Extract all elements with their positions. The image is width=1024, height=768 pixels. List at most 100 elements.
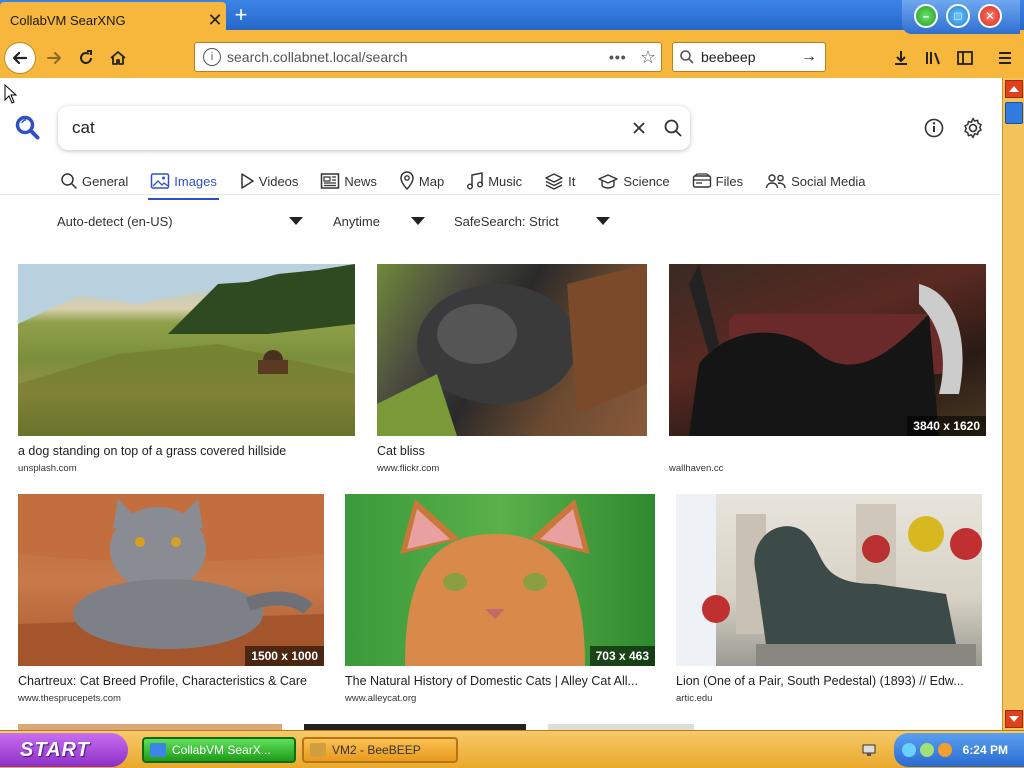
vertical-scrollbar[interactable] [1002,78,1024,730]
search-box[interactable]: cat [58,106,690,150]
settings-gear-icon[interactable] [960,115,986,141]
maximize-window-icon[interactable]: □ [946,4,970,28]
taskbar-item-label: VM2 - BeeBEEP [332,743,421,757]
image-dimensions-badge: 3840 x 1620 [907,416,986,436]
hamburger-menu-icon[interactable] [990,42,1020,74]
navigation-toolbar: i search.collabnet.local/search ••• ☆ be… [0,38,1024,78]
home-icon[interactable] [102,42,134,74]
result-title[interactable]: Cat bliss [377,444,647,458]
image-result[interactable]: 1500 x 1000 Chartreux: Cat Breed Profile… [18,494,324,706]
result-thumbnail[interactable] [377,264,647,436]
image-result[interactable]: 703 x 463 The Natural History of Domesti… [345,494,655,706]
download-icon[interactable] [886,42,916,74]
image-result[interactable]: Cat bliss www.flickr.com [377,264,647,474]
sidebar-icon[interactable] [950,42,980,74]
browser-search-bar[interactable]: beebeep → [672,42,826,72]
tab-images[interactable]: Images [146,166,221,200]
tab-science-label: Science [623,173,670,189]
image-result[interactable]: 3840 x 1620 wallhaven.cc [669,264,986,474]
result-thumbnail[interactable] [676,494,982,666]
chevron-down-icon [289,217,303,225]
browser-tab[interactable]: CollabVM SearXNG ✕ [0,2,226,38]
beebeep-window-icon [310,743,326,757]
tab-images-label: Images [174,173,217,189]
result-thumbnail[interactable]: 703 x 463 [345,494,655,666]
gray-cat-photo-icon [18,494,324,666]
language-select[interactable]: Auto-detect (en-US) [57,210,303,232]
result-title[interactable]: a dog standing on top of a grass covered… [18,444,355,458]
tab-title: CollabVM SearXNG [10,12,126,28]
tab-news-label: News [344,173,377,189]
image-icon [151,173,170,189]
tab-it[interactable]: It [540,166,579,196]
tab-music[interactable]: Music [462,166,526,196]
tray-icon[interactable] [902,743,916,757]
layers-icon [545,173,563,190]
browser-window-icon [150,743,166,757]
library-icon[interactable] [918,42,948,74]
url-bar[interactable]: i search.collabnet.local/search ••• ☆ [194,42,662,72]
page-content: cat General Images Videos News Map Music… [0,78,1002,730]
tab-social-media-label: Social Media [791,173,866,189]
tab-news[interactable]: News [316,166,381,196]
taskbar-item-browser[interactable]: CollabVM SearX... [142,737,296,763]
drive-icon [692,173,711,188]
forward-icon[interactable] [38,42,70,74]
close-window-icon[interactable]: ✕ [978,4,1002,28]
network-tray-icon[interactable] [858,739,880,761]
info-icon[interactable] [922,116,946,140]
scrollbar-thumb[interactable] [1005,102,1023,124]
tab-files[interactable]: Files [688,166,747,196]
searxng-logo-icon[interactable] [14,114,42,145]
play-icon [241,173,254,189]
bookmark-star-icon[interactable]: ☆ [635,47,661,68]
search-icon [61,173,78,190]
image-result[interactable]: Lion (One of a Pair, South Pedestal) (18… [676,494,982,706]
result-source: wallhaven.cc [669,463,724,474]
mouse-cursor-icon [4,83,18,107]
window-controls: – □ ✕ [902,0,1020,34]
tab-videos[interactable]: Videos [235,166,303,196]
result-title[interactable]: Chartreux: Cat Breed Profile, Characteri… [18,674,324,688]
result-thumbnail[interactable]: 1500 x 1000 [18,494,324,666]
taskbar-item-label: CollabVM SearX... [172,743,271,757]
safesearch-select[interactable]: SafeSearch: Strict [454,210,610,232]
tab-science[interactable]: Science [593,166,673,196]
safesearch-select-value: SafeSearch: Strict [454,213,559,229]
taskbar-item-beebeep[interactable]: VM2 - BeeBEEP [302,737,458,763]
reload-icon[interactable] [70,42,102,74]
result-thumbnail[interactable]: 3840 x 1620 [669,264,986,436]
tab-close-icon[interactable]: ✕ [204,10,226,31]
page-actions-icon[interactable]: ••• [609,49,635,65]
tab-social-media[interactable]: Social Media [761,166,869,196]
language-select-value: Auto-detect (en-US) [57,213,173,229]
tab-general[interactable]: General [56,166,132,196]
time-range-select-value: Anytime [333,213,380,229]
tray-icon[interactable] [920,743,934,757]
tab-strip: CollabVM SearXNG ✕ + – □ ✕ [0,0,1024,38]
search-submit-icon[interactable] [656,111,690,145]
time-range-select[interactable]: Anytime [333,210,425,232]
result-title[interactable]: Lion (One of a Pair, South Pedestal) (18… [676,674,982,688]
back-icon[interactable] [4,42,36,74]
image-dimensions-badge: 703 x 463 [589,646,655,666]
clear-search-icon[interactable] [622,111,656,145]
people-icon [765,174,786,189]
search-go-icon[interactable]: → [801,48,825,66]
result-title[interactable]: The Natural History of Domestic Cats | A… [345,674,655,688]
result-thumbnail[interactable] [18,264,355,436]
tab-map[interactable]: Map [395,166,448,196]
browser-search-query: beebeep [701,49,756,65]
new-tab-icon[interactable]: + [230,4,252,27]
tray-icon[interactable] [938,743,952,757]
site-info-icon[interactable]: i [203,48,221,66]
scroll-down-button[interactable] [1005,710,1023,728]
start-button[interactable]: START [0,733,128,767]
image-result[interactable]: a dog standing on top of a grass covered… [18,264,355,474]
search-input[interactable]: cat [72,118,622,138]
scroll-up-button[interactable] [1005,80,1023,98]
lion-statue-photo-icon [676,494,982,666]
chevron-down-icon [411,217,425,225]
clock[interactable]: 6:24 PM [963,743,1008,757]
minimize-window-icon[interactable]: – [914,4,938,28]
